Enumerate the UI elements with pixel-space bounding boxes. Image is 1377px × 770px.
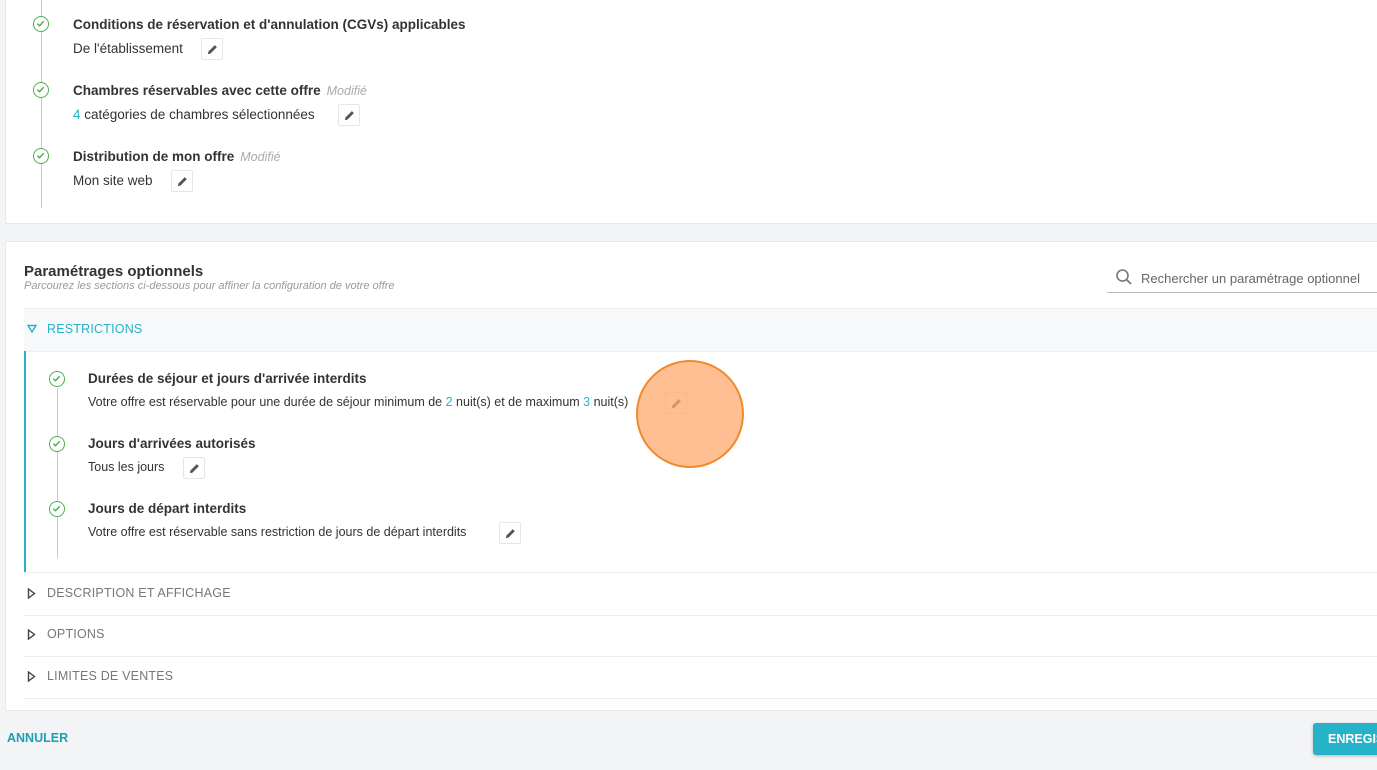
check-circle-icon bbox=[49, 436, 65, 452]
step-title: Conditions de réservation et d'annulatio… bbox=[73, 17, 466, 32]
pencil-icon bbox=[207, 45, 217, 55]
restriction-value: Votre offre est réservable sans restrict… bbox=[88, 525, 467, 539]
step-title: Chambres réservables avec cette offre Mod… bbox=[73, 83, 367, 98]
step-value: De l'établissement bbox=[73, 41, 183, 56]
restriction-title: Jours de départ interdits bbox=[88, 501, 247, 516]
click-indicator bbox=[636, 360, 744, 468]
step-title: Distribution de mon offre Modifié bbox=[73, 149, 281, 164]
restriction-title: Jours d'arrivées autorisés bbox=[88, 436, 256, 451]
pencil-icon bbox=[344, 111, 354, 121]
edit-button[interactable] bbox=[201, 38, 223, 60]
optional-settings-title: Paramétrages optionnels bbox=[24, 263, 204, 280]
search-field bbox=[1107, 264, 1377, 293]
restriction-value: Tous les jours bbox=[88, 460, 165, 474]
edit-button[interactable] bbox=[183, 457, 205, 479]
triangle-down-icon bbox=[27, 324, 37, 333]
check-circle-icon bbox=[33, 82, 49, 98]
check-circle-icon bbox=[33, 16, 49, 32]
check-circle-icon bbox=[49, 371, 65, 387]
accordion-label: OPTIONS bbox=[47, 627, 105, 641]
edit-button[interactable] bbox=[171, 170, 193, 192]
search-icon bbox=[1116, 269, 1132, 285]
triangle-right-icon bbox=[27, 588, 36, 599]
modified-badge: Modifié bbox=[326, 84, 367, 98]
restriction-title: Durées de séjour et jours d'arrivée inte… bbox=[88, 371, 367, 386]
pencil-icon bbox=[177, 177, 187, 187]
edit-button[interactable] bbox=[338, 104, 360, 126]
accordion-options[interactable]: OPTIONS bbox=[24, 614, 1377, 657]
accordion-label: RESTRICTIONS bbox=[47, 322, 143, 336]
accordion-description[interactable]: DESCRIPTION ET AFFICHAGE bbox=[24, 572, 1377, 616]
accordion-restrictions[interactable]: RESTRICTIONS bbox=[24, 308, 1377, 352]
triangle-right-icon bbox=[27, 671, 36, 682]
optional-settings-subtitle: Parcourez les sections ci-dessous pour a… bbox=[24, 280, 395, 292]
triangle-right-icon bbox=[27, 629, 36, 640]
accordion-label: LIMITES DE VENTES bbox=[47, 669, 174, 683]
modified-badge: Modifié bbox=[240, 150, 281, 164]
pencil-icon bbox=[189, 464, 199, 474]
timeline-line bbox=[57, 388, 58, 558]
step-value: 4 catégories de chambres sélectionnées bbox=[73, 107, 315, 122]
pencil-icon bbox=[505, 529, 515, 539]
accordion-label: DESCRIPTION ET AFFICHAGE bbox=[47, 586, 231, 600]
restriction-value: Votre offre est réservable pour une duré… bbox=[88, 395, 629, 409]
step-value: Mon site web bbox=[73, 173, 153, 188]
check-circle-icon bbox=[49, 501, 65, 517]
search-input[interactable] bbox=[1141, 268, 1377, 288]
save-button[interactable]: ENREGISTRER bbox=[1313, 723, 1377, 755]
edit-button[interactable] bbox=[499, 522, 521, 544]
accordion-limits[interactable]: LIMITES DE VENTES bbox=[24, 656, 1377, 699]
check-circle-icon bbox=[33, 148, 49, 164]
cancel-button[interactable]: ANNULER bbox=[7, 731, 68, 745]
